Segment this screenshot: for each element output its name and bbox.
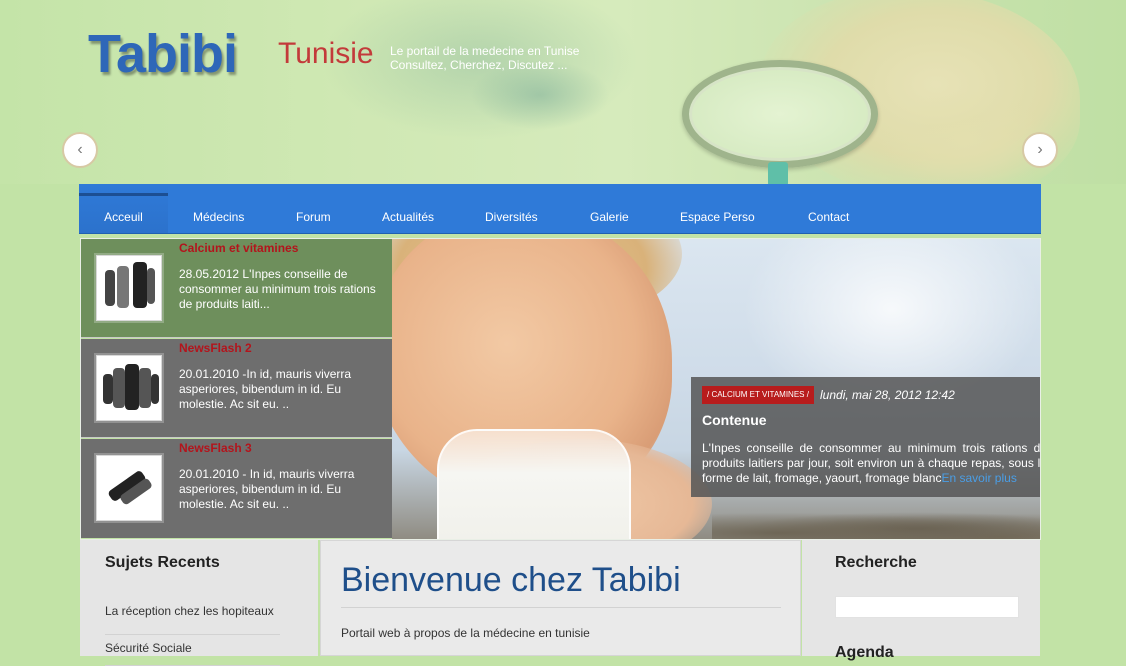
tagline-line-1: Le portail de la medecine en Tunise: [390, 44, 580, 58]
photo-trees: [712, 509, 1040, 539]
nav-item-acceuil[interactable]: Acceuil: [79, 184, 168, 233]
recent-topic-link[interactable]: La réception chez les hopiteaux: [105, 604, 280, 635]
logo-sub-text: Tunisie: [278, 37, 374, 70]
nav-item-medecins[interactable]: Médecins: [193, 184, 244, 233]
main-navigation: Acceuil Médecins Forum Actualités Divers…: [79, 184, 1041, 234]
recent-topics-title: Sujets Recents: [105, 554, 220, 571]
header-hand-image: [880, 90, 1050, 184]
magnifier-handle-image: [768, 162, 788, 184]
news-thumbnail[interactable]: [96, 255, 162, 321]
logo-main-text: Tabibi: [88, 24, 238, 84]
news-title[interactable]: NewsFlash 2: [179, 341, 252, 355]
nav-item-galerie[interactable]: Galerie: [590, 184, 629, 233]
news-thumbnail[interactable]: [96, 455, 162, 521]
nav-item-contact[interactable]: Contact: [808, 184, 849, 233]
caption-title[interactable]: Contenue: [702, 412, 767, 428]
news-excerpt: 28.05.2012 L'Inpes conseille de consomme…: [179, 267, 376, 311]
news-excerpt: 20.01.2010 - In id, mauris viverra asper…: [179, 467, 355, 511]
news-item[interactable]: NewsFlash 3 20.01.2010 - In id, mauris v…: [81, 439, 392, 538]
caption-category-badge[interactable]: / CALCIUM ET VITAMINES /: [702, 386, 814, 404]
search-input[interactable]: [835, 596, 1019, 618]
search-panel: Recherche Agenda: [802, 540, 1040, 661]
nav-item-espace-perso[interactable]: Espace Perso: [680, 184, 755, 233]
news-excerpt: 20.01.2010 -In id, mauris viverra asperi…: [179, 367, 352, 411]
news-item[interactable]: NewsFlash 2 20.01.2010 -In id, mauris vi…: [81, 339, 392, 438]
news-list: Calcium et vitamines 28.05.2012 L'Inpes …: [81, 239, 392, 539]
read-more-link[interactable]: En savoir plus: [941, 471, 1016, 485]
intro-text: Portail web à propos de la médecine en t…: [341, 626, 590, 640]
caption-text: L'Inpes conseille de consommer au minimu…: [702, 441, 1040, 486]
slide-caption: / CALCIUM ET VITAMINES / lundi, mai 28, …: [691, 377, 1040, 497]
news-item[interactable]: Calcium et vitamines 28.05.2012 L'Inpes …: [81, 239, 392, 338]
magnifier-image: [682, 60, 878, 168]
recent-topics-list: La réception chez les hopiteaux Sécurité…: [105, 604, 280, 666]
news-title[interactable]: Calcium et vitamines: [179, 241, 298, 255]
site-tagline: Le portail de la medecine en Tunise Cons…: [390, 44, 579, 72]
nav-item-actualites[interactable]: Actualités: [382, 184, 434, 233]
title-divider: [341, 607, 781, 608]
recent-topic-link[interactable]: Sécurité Sociale: [105, 635, 280, 666]
nav-item-diversites[interactable]: Diversités: [485, 184, 538, 233]
news-thumbnail[interactable]: [96, 355, 162, 421]
page-title: Bienvenue chez Tabibi: [341, 561, 681, 599]
news-title[interactable]: NewsFlash 3: [179, 441, 252, 455]
search-title: Recherche: [835, 554, 917, 571]
caption-date: lundi, mai 28, 2012 12:42: [820, 388, 955, 402]
photo-milk-glass: [437, 429, 631, 539]
recent-topics-panel: Sujets Recents La réception chez les hop…: [80, 540, 318, 666]
site-header: Tabibi Tunisie Le portail de la medecine…: [0, 0, 1126, 184]
main-content: Bienvenue chez Tabibi Portail web à prop…: [320, 540, 801, 656]
news-slideshow: Calcium et vitamines 28.05.2012 L'Inpes …: [80, 238, 1041, 540]
chevron-left-icon[interactable]: ‹: [62, 132, 98, 168]
nav-item-forum[interactable]: Forum: [296, 184, 331, 233]
agenda-title: Agenda: [835, 644, 894, 661]
tagline-line-2: Consultez, Cherchez, Discutez ...: [390, 58, 568, 72]
chevron-right-icon[interactable]: ›: [1022, 132, 1058, 168]
